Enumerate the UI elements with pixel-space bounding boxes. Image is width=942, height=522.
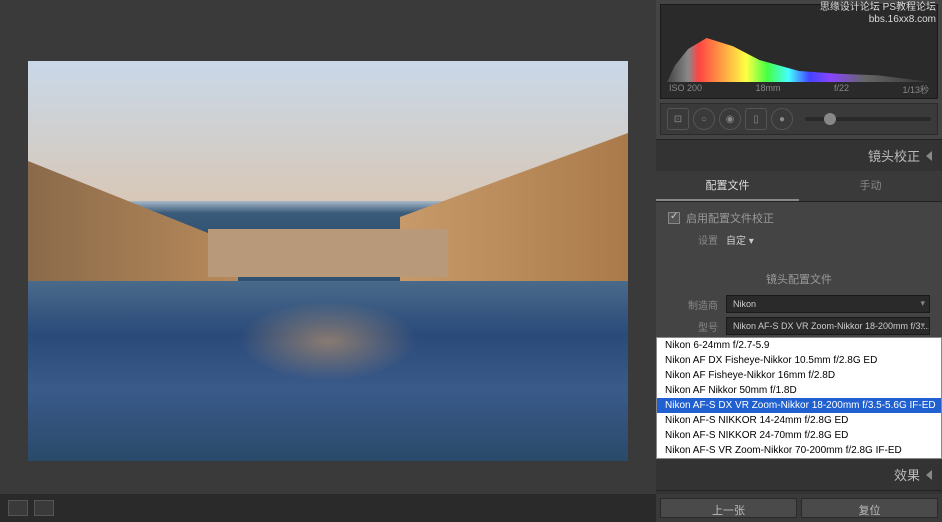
model-label: 型号 [668, 319, 718, 334]
watermark: 思缘设计论坛 PS教程论坛 bbs.16xx8.com [820, 2, 936, 26]
lens-model-dropdown-list[interactable]: ↖ Nikon 6-24mm f/2.7-5.9Nikon AF DX Fish… [656, 337, 942, 459]
lens-profile-section-label: 镜头配置文件 [766, 271, 832, 287]
tool-strip: ⊡ ○ ◉ ▯ ● [660, 103, 938, 135]
histogram-iso: ISO 200 [669, 83, 702, 96]
lens-option[interactable]: Nikon AF Nikkor 50mm f/1.8D [657, 383, 941, 398]
maker-label: 制造商 [668, 297, 718, 312]
view-mode-button[interactable] [8, 500, 28, 516]
lens-option[interactable]: Nikon AF-S VR Zoom-Nikkor 70-200mm f/2.8… [657, 443, 941, 458]
tab-manual[interactable]: 手动 [799, 171, 942, 201]
tool-slider[interactable] [805, 117, 931, 121]
filmstrip-bar [0, 494, 656, 522]
histogram-shutter: 1/13秒 [902, 83, 929, 96]
lens-option[interactable]: Nikon AF-S NIKKOR 24-70mm f/2.8G ED [657, 428, 941, 443]
maker-dropdown[interactable]: Nikon [726, 295, 930, 313]
lens-tabs: 配置文件 手动 [656, 171, 942, 202]
previous-button[interactable]: 上一张 [660, 498, 797, 518]
gradient-tool-icon[interactable]: ▯ [745, 108, 767, 130]
lens-option[interactable]: Nikon AF Fisheye-Nikkor 16mm f/2.8D [657, 368, 941, 383]
collapse-icon [926, 470, 932, 480]
histogram-focal: 18mm [756, 83, 781, 96]
photo-canvas[interactable] [28, 61, 628, 461]
redeye-tool-icon[interactable]: ◉ [719, 108, 741, 130]
setup-label: 设置 [668, 232, 718, 247]
enable-profile-checkbox[interactable] [668, 212, 680, 224]
develop-panel: 思缘设计论坛 PS教程论坛 bbs.16xx8.com ISO 200 18mm… [656, 0, 942, 522]
lens-option[interactable]: Nikon AF DX Fisheye-Nikkor 10.5mm f/2.8G… [657, 353, 941, 368]
model-dropdown[interactable]: Nikon AF-S DX VR Zoom-Nikkor 18-200mm f/… [726, 317, 930, 335]
histogram-aperture: f/22 [834, 83, 849, 96]
spot-tool-icon[interactable]: ○ [693, 108, 715, 130]
brush-tool-icon[interactable]: ● [771, 108, 793, 130]
lens-option[interactable]: Nikon 6-24mm f/2.7-5.9 [657, 338, 941, 353]
setup-dropdown[interactable]: 自定 ▾ [726, 232, 930, 247]
tab-profile[interactable]: 配置文件 [656, 171, 799, 201]
lens-option[interactable]: Nikon AF-S NIKKOR 14-24mm f/2.8G ED [657, 413, 941, 428]
nav-buttons: 上一张 复位 [656, 494, 942, 522]
lens-option[interactable]: Nikon AF-S DX VR Zoom-Nikkor 18-200mm f/… [657, 398, 941, 413]
effects-header[interactable]: 效果 [656, 458, 942, 490]
enable-profile-label: 启用配置文件校正 [686, 210, 774, 226]
lens-correction-header[interactable]: 镜头校正 [656, 139, 942, 171]
reset-button[interactable]: 复位 [801, 498, 938, 518]
collapse-icon [926, 151, 932, 161]
crop-tool-icon[interactable]: ⊡ [667, 108, 689, 130]
view-mode-button-2[interactable] [34, 500, 54, 516]
image-preview-area [0, 0, 656, 522]
